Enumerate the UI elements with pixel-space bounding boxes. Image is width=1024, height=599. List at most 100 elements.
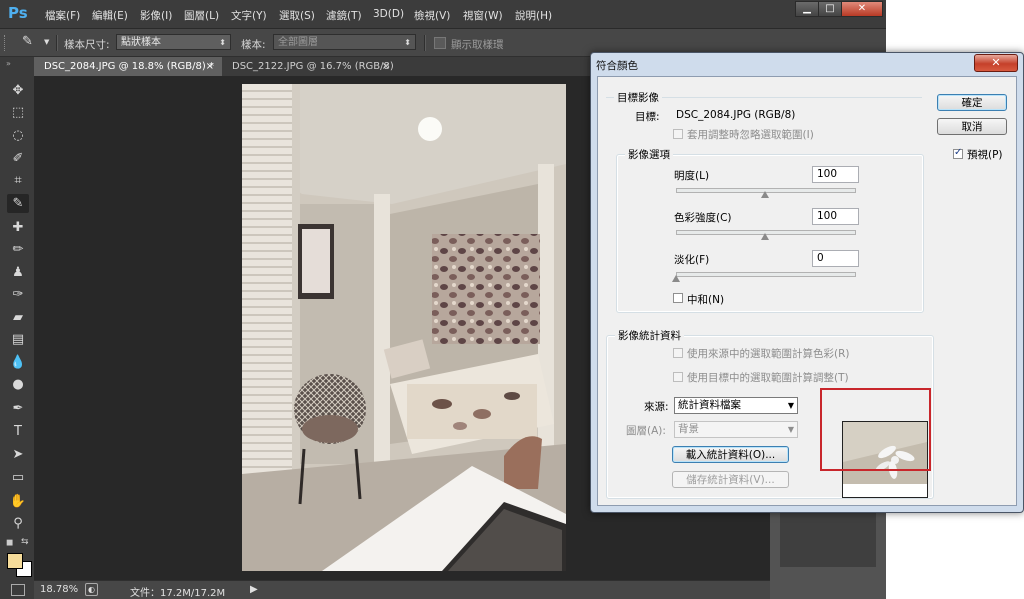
close-tab-icon[interactable]: ×: [206, 57, 214, 76]
sample-size-value: 點狀樣本: [121, 37, 161, 48]
sample-size-label: 樣本尺寸:: [64, 39, 110, 51]
close-tab-icon[interactable]: ×: [382, 57, 390, 76]
menu-image[interactable]: 影像(I): [140, 8, 172, 23]
source-label: 來源:: [644, 401, 669, 413]
luminance-input[interactable]: 100: [812, 166, 859, 183]
load-statistics-button[interactable]: 載入統計資料(O)...: [672, 446, 789, 463]
tab-dsc-2084[interactable]: DSC_2084.JPG @ 18.8% (RGB/8) * ×: [34, 57, 222, 76]
show-ring-checkbox[interactable]: [434, 37, 446, 49]
menu-select[interactable]: 選取(S): [279, 8, 315, 23]
maximize-button[interactable]: □: [818, 1, 842, 17]
healing-brush-tool-icon[interactable]: ✚: [7, 218, 29, 237]
sample-label: 樣本:: [241, 39, 266, 51]
blur-tool-icon[interactable]: 💧: [7, 353, 29, 372]
target-value: DSC_2084.JPG (RGB/8): [676, 109, 796, 121]
close-window-button[interactable]: ✕: [841, 1, 883, 17]
status-menu-arrow-icon[interactable]: ▶: [250, 584, 258, 595]
eraser-tool-icon[interactable]: ▰: [7, 308, 29, 327]
dialog-body: 目標影像 目標: DSC_2084.JPG (RGB/8) 套用調整時忽略選取範…: [597, 76, 1017, 506]
menu-3d[interactable]: 3D(D): [373, 8, 404, 20]
menu-filter[interactable]: 濾鏡(T): [326, 8, 362, 23]
tab-label: DSC_2122.JPG @ 16.7% (RGB/8): [232, 61, 394, 72]
options-separator: [56, 35, 58, 51]
move-tool-icon[interactable]: ✥: [7, 81, 29, 100]
history-brush-tool-icon[interactable]: ✑: [7, 285, 29, 304]
tool-preset-dropdown-icon[interactable]: ▼: [44, 38, 49, 46]
bedroom-image: [242, 84, 566, 571]
photoshop-logo: Ps: [8, 4, 28, 22]
quick-mask-icon[interactable]: [11, 584, 25, 596]
marquee-tool-icon[interactable]: ⬚: [7, 103, 29, 122]
brush-tool-icon[interactable]: ✏: [7, 240, 29, 259]
fade-input[interactable]: 0: [812, 250, 859, 267]
zoom-tool-icon[interactable]: ⚲: [7, 514, 29, 533]
dialog-title: 符合顏色: [596, 60, 638, 72]
save-statistics-button[interactable]: 儲存統計資料(V)...: [672, 471, 789, 488]
source-select[interactable]: 統計資料檔案 ▼: [674, 397, 798, 414]
ignore-selection-checkbox[interactable]: [673, 129, 683, 139]
zoom-level[interactable]: 18.78%: [40, 584, 78, 595]
minimize-button[interactable]: ▁: [795, 1, 819, 17]
lasso-tool-icon[interactable]: ◌: [7, 126, 29, 145]
image-statistics-group-title: 影像統計資料: [615, 328, 684, 343]
color-intensity-slider-thumb[interactable]: [761, 233, 769, 240]
use-target-selection-checkbox[interactable]: [673, 372, 683, 382]
preview-checkbox[interactable]: [953, 147, 963, 159]
ok-button[interactable]: 確定: [937, 94, 1007, 111]
color-intensity-label: 色彩強度(C): [674, 212, 732, 224]
type-tool-icon[interactable]: T: [7, 422, 29, 441]
foreground-color-swatch[interactable]: [7, 553, 23, 569]
match-color-dialog: 符合顏色 ✕ 目標影像 目標: DSC_2084.JPG (RGB/8) 套用調…: [590, 52, 1024, 513]
menu-layer[interactable]: 圖層(L): [184, 8, 219, 23]
eyedropper-icon[interactable]: ✎: [22, 34, 33, 49]
panel-block: [780, 507, 876, 567]
menu-view[interactable]: 檢視(V): [414, 8, 450, 23]
menu-help[interactable]: 說明(H): [515, 8, 552, 23]
use-source-selection-label: 使用來源中的選取範圍計算色彩(R): [687, 348, 850, 360]
tools-panel: » ✥ ⬚ ◌ ✐ ⌗ ✎ ✚ ✏ ♟ ✑ ▰ ▤ 💧 ● ✒ T ➤ ▭ ✋ …: [0, 57, 35, 599]
ignore-selection-label: 套用調整時忽略選取範圍(I): [687, 129, 814, 141]
options-grip: [4, 35, 8, 51]
neutralize-label: 中和(N): [687, 294, 725, 306]
chevron-down-icon: ▼: [787, 425, 794, 434]
color-intensity-input[interactable]: 100: [812, 208, 859, 225]
layer-select-value: 背景: [678, 423, 699, 435]
collapse-icon[interactable]: »: [6, 59, 11, 68]
layer-label: 圖層(A):: [626, 425, 666, 437]
menu-file[interactable]: 檔案(F): [45, 8, 80, 23]
swap-colors-icon[interactable]: ⇆: [21, 537, 29, 547]
status-info-icon[interactable]: ◐: [85, 583, 98, 596]
default-colors-icon[interactable]: ◼: [6, 538, 13, 548]
fade-slider[interactable]: [676, 272, 856, 277]
tab-dsc-2122[interactable]: DSC_2122.JPG @ 16.7% (RGB/8) ×: [222, 57, 398, 76]
cancel-button[interactable]: 取消: [937, 118, 1007, 135]
dodge-tool-icon[interactable]: ●: [7, 375, 29, 394]
use-source-selection-checkbox[interactable]: [673, 348, 683, 358]
sample-size-select[interactable]: 點狀樣本 ⬍: [116, 34, 231, 50]
neutralize-checkbox[interactable]: [673, 293, 683, 303]
image-options-group-title: 影像選項: [625, 147, 673, 162]
status-bar: 18.78% ◐ 文件：17.2M/17.2M ▶: [34, 580, 770, 599]
sample-select[interactable]: 全部圖層 ⬍: [273, 34, 416, 50]
menu-type[interactable]: 文字(Y): [231, 8, 267, 23]
rectangle-tool-icon[interactable]: ▭: [7, 468, 29, 487]
fade-slider-thumb[interactable]: [672, 275, 680, 282]
path-select-tool-icon[interactable]: ➤: [7, 445, 29, 464]
show-ring-label: 顯示取樣環: [451, 39, 504, 51]
eyedropper-tool-icon[interactable]: ✎: [7, 194, 29, 213]
hand-tool-icon[interactable]: ✋: [7, 492, 29, 511]
menu-window[interactable]: 視窗(W): [463, 8, 503, 23]
menu-bar: Ps 檔案(F) 編輯(E) 影像(I) 圖層(L) 文字(Y) 選取(S) 濾…: [0, 0, 886, 29]
tab-label: DSC_2084.JPG @ 18.8% (RGB/8) *: [44, 61, 214, 72]
clone-stamp-tool-icon[interactable]: ♟: [7, 263, 29, 282]
pen-tool-icon[interactable]: ✒: [7, 399, 29, 418]
chevron-updown-icon: ⬍: [404, 38, 411, 47]
source-select-value: 統計資料檔案: [678, 399, 741, 411]
luminance-slider-thumb[interactable]: [761, 191, 769, 198]
layer-select[interactable]: 背景 ▼: [674, 421, 798, 438]
quick-select-tool-icon[interactable]: ✐: [7, 149, 29, 168]
menu-edit[interactable]: 編輯(E): [92, 8, 128, 23]
gradient-tool-icon[interactable]: ▤: [7, 330, 29, 349]
crop-tool-icon[interactable]: ⌗: [7, 171, 29, 190]
dialog-close-button[interactable]: ✕: [974, 54, 1018, 72]
